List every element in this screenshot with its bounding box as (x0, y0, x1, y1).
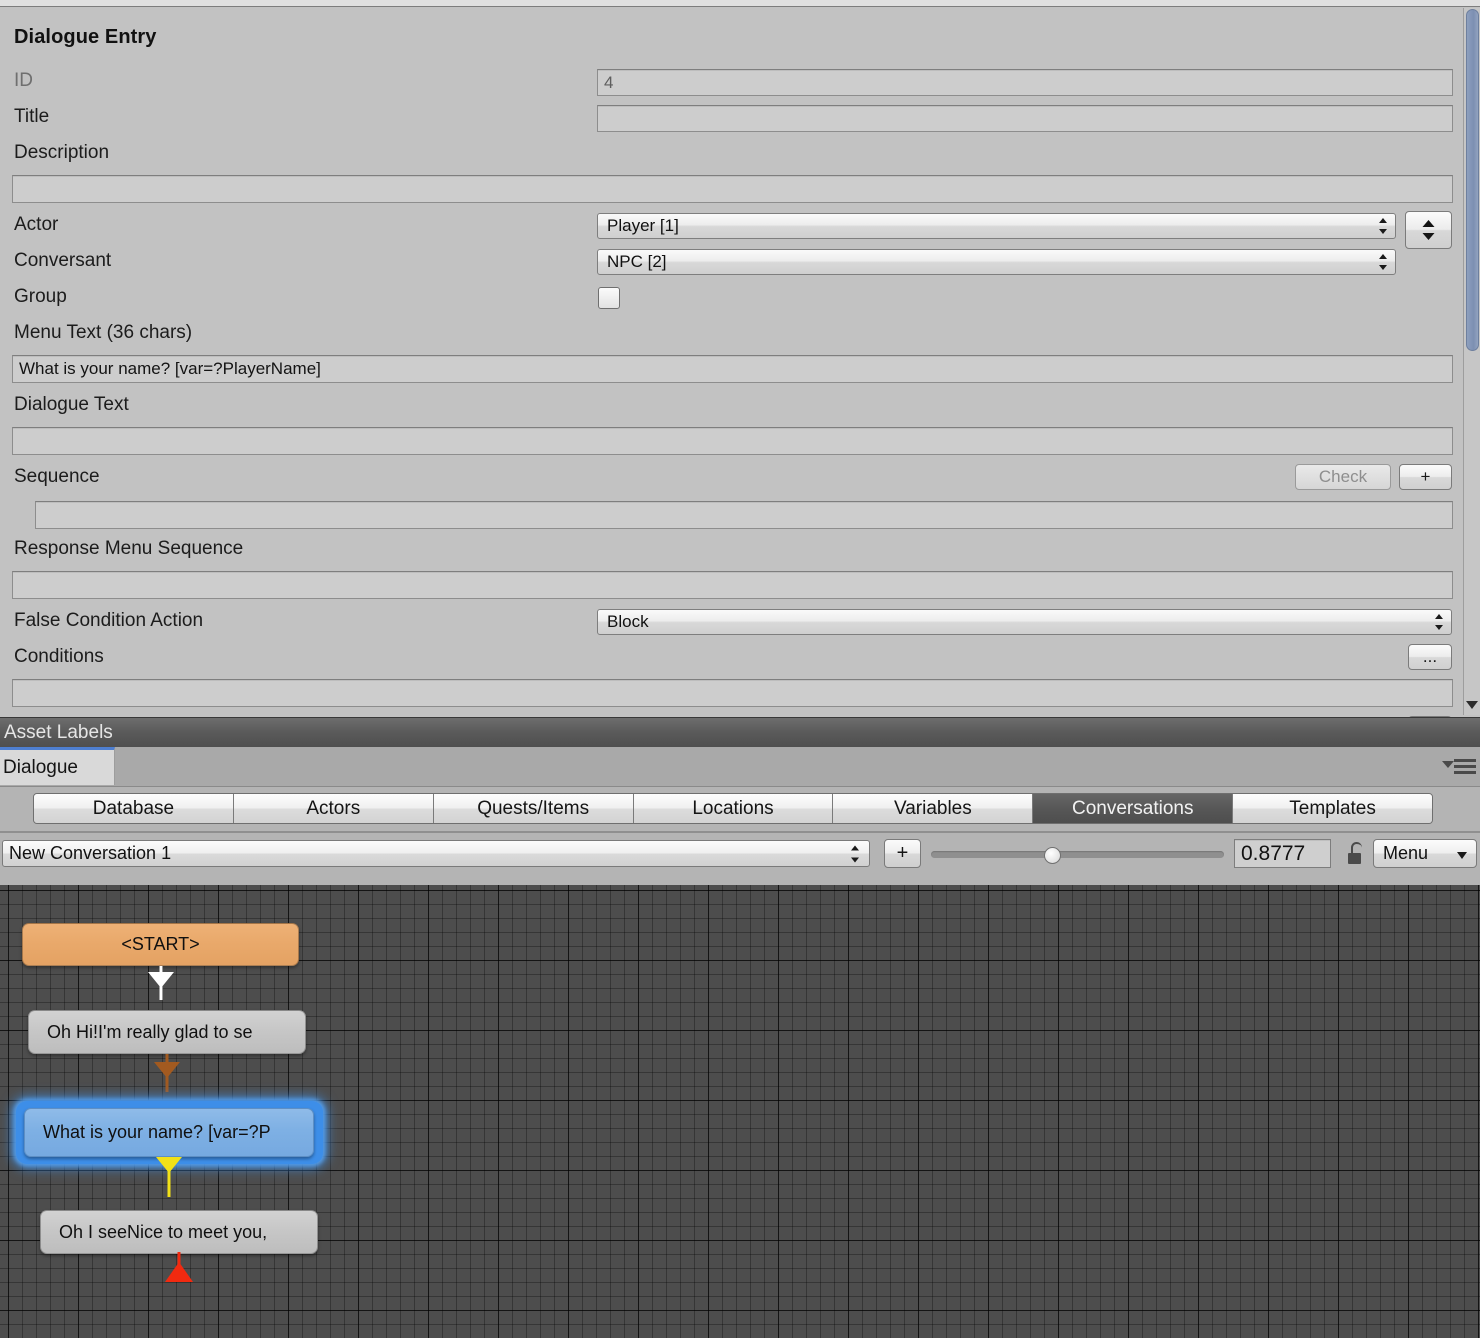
chevron-updown-icon (1379, 253, 1388, 271)
chevron-down-icon (1457, 852, 1467, 859)
dialogue-text-label: Dialogue Text (14, 394, 129, 415)
node-start-label: <START> (121, 934, 200, 954)
conversation-toolbar: New Conversation 1 + 0.8777 Menu (0, 835, 1480, 882)
conversation-dropdown[interactable]: New Conversation 1 (2, 840, 870, 867)
dialogue-entry-inspector: Dialogue Entry ID 4 Title Description Ac… (0, 8, 1480, 742)
tab-dialogue-label: Dialogue (3, 756, 78, 778)
actor-dropdown-value: Player [1] (607, 216, 679, 235)
description-input[interactable] (12, 175, 1453, 203)
sequence-add-button[interactable]: + (1399, 464, 1452, 490)
unlock-icon[interactable] (1348, 842, 1363, 864)
conditions-input[interactable] (12, 679, 1453, 707)
menu-text-input[interactable]: What is your name? [var=?PlayerName] (12, 355, 1453, 383)
window-top-strip (0, 0, 1480, 7)
menu-dropdown-label: Menu (1383, 843, 1429, 863)
window-tabstrip: Dialogue (0, 747, 1480, 787)
group-checkbox[interactable] (598, 287, 620, 309)
tab-actors[interactable]: Actors (233, 794, 434, 823)
title-input[interactable] (597, 105, 1453, 132)
dialogue-text-input[interactable] (12, 427, 1453, 455)
menu-text-label: Menu Text (36 chars) (14, 322, 193, 343)
add-conversation-button[interactable]: + (884, 839, 921, 868)
description-label: Description (14, 142, 110, 163)
link-player1-to-npc2 (24, 1157, 314, 1197)
add-conversation-label: + (896, 842, 909, 864)
sequence-input[interactable] (35, 501, 1453, 529)
asset-labels-header[interactable]: Asset Labels (0, 717, 1480, 747)
false-condition-action-label: False Condition Action (14, 610, 204, 631)
actor-label: Actor (14, 214, 59, 235)
tab-variables[interactable]: Variables (833, 794, 1034, 823)
tab-dialogue[interactable]: Dialogue (0, 747, 115, 785)
conversant-dropdown-value: NPC [2] (607, 252, 667, 271)
zoom-slider-track[interactable] (931, 851, 1224, 858)
node-npc-1-label: Oh Hi!I'm really glad to se (47, 1021, 253, 1042)
menu-dropdown[interactable]: Menu (1373, 839, 1477, 868)
actor-stepper[interactable] (1405, 211, 1452, 249)
conversation-dropdown-value: New Conversation 1 (9, 843, 172, 863)
zoom-slider-thumb[interactable] (1044, 847, 1061, 864)
tab-conversations[interactable]: Conversations (1033, 794, 1234, 823)
window-options-icon[interactable] (1440, 759, 1476, 777)
actor-dropdown[interactable]: Player [1] (597, 213, 1396, 239)
node-npc-1[interactable]: Oh Hi!I'm really glad to se (28, 1010, 306, 1054)
tab-quests-items[interactable]: Quests/Items (433, 794, 634, 823)
node-start[interactable]: <START> (22, 923, 299, 966)
node-npc-2[interactable]: Oh I seeNice to meet you, (40, 1210, 318, 1254)
dialogue-editor-window: Dialogue Database Actors Quests/Items Lo… (0, 747, 1480, 1338)
group-label: Group (14, 286, 67, 307)
zoom-value-field[interactable]: 0.8777 (1234, 839, 1331, 868)
conversant-dropdown[interactable]: NPC [2] (597, 249, 1396, 275)
conditions-label: Conditions (14, 646, 104, 667)
false-condition-action-value: Block (607, 612, 649, 631)
inspector-scrollbar-thumb[interactable] (1466, 9, 1479, 351)
zoom-slider[interactable] (931, 847, 1224, 864)
stepper-updown-icon (1422, 219, 1435, 241)
node-npc-2-label: Oh I seeNice to meet you, (59, 1221, 268, 1242)
link-npc1-to-player1 (28, 1054, 306, 1092)
scroll-down-arrow-icon[interactable] (1466, 698, 1479, 712)
title-label: Title (14, 106, 50, 127)
conditions-ellipsis-button[interactable]: ... (1408, 644, 1452, 670)
tab-templates[interactable]: Templates (1233, 794, 1432, 823)
conversant-label: Conversant (14, 250, 112, 271)
response-menu-sequence-input[interactable] (12, 571, 1453, 599)
node-player-1[interactable]: What is your name? [var=?P (24, 1108, 314, 1157)
page-title: Dialogue Entry (14, 26, 157, 48)
inspector-scrollbar[interactable] (1463, 8, 1480, 715)
chevron-updown-icon (1379, 217, 1388, 235)
conversation-node-canvas[interactable]: <START> Oh Hi!I'm really glad to se What… (0, 885, 1480, 1338)
asset-labels-title: Asset Labels (4, 721, 113, 743)
response-menu-sequence-label: Response Menu Sequence (14, 538, 244, 559)
node-player-1-label: What is your name? [var=?P (43, 1122, 271, 1142)
link-start-to-npc1 (22, 966, 299, 1000)
id-label: ID (14, 70, 33, 91)
false-condition-action-dropdown[interactable]: Block (597, 609, 1452, 635)
sequence-label: Sequence (14, 466, 100, 487)
toolbar-separator (0, 831, 1480, 833)
tab-database[interactable]: Database (34, 794, 234, 823)
id-field: 4 (597, 69, 1453, 96)
tab-locations[interactable]: Locations (633, 794, 834, 823)
sequence-check-button[interactable]: Check (1295, 464, 1391, 490)
chevron-updown-icon (1435, 613, 1444, 631)
link-npc2-outgoing (40, 1252, 318, 1288)
main-tab-bar: Database Actors Quests/Items Locations V… (33, 793, 1433, 824)
chevron-updown-icon (851, 845, 860, 862)
